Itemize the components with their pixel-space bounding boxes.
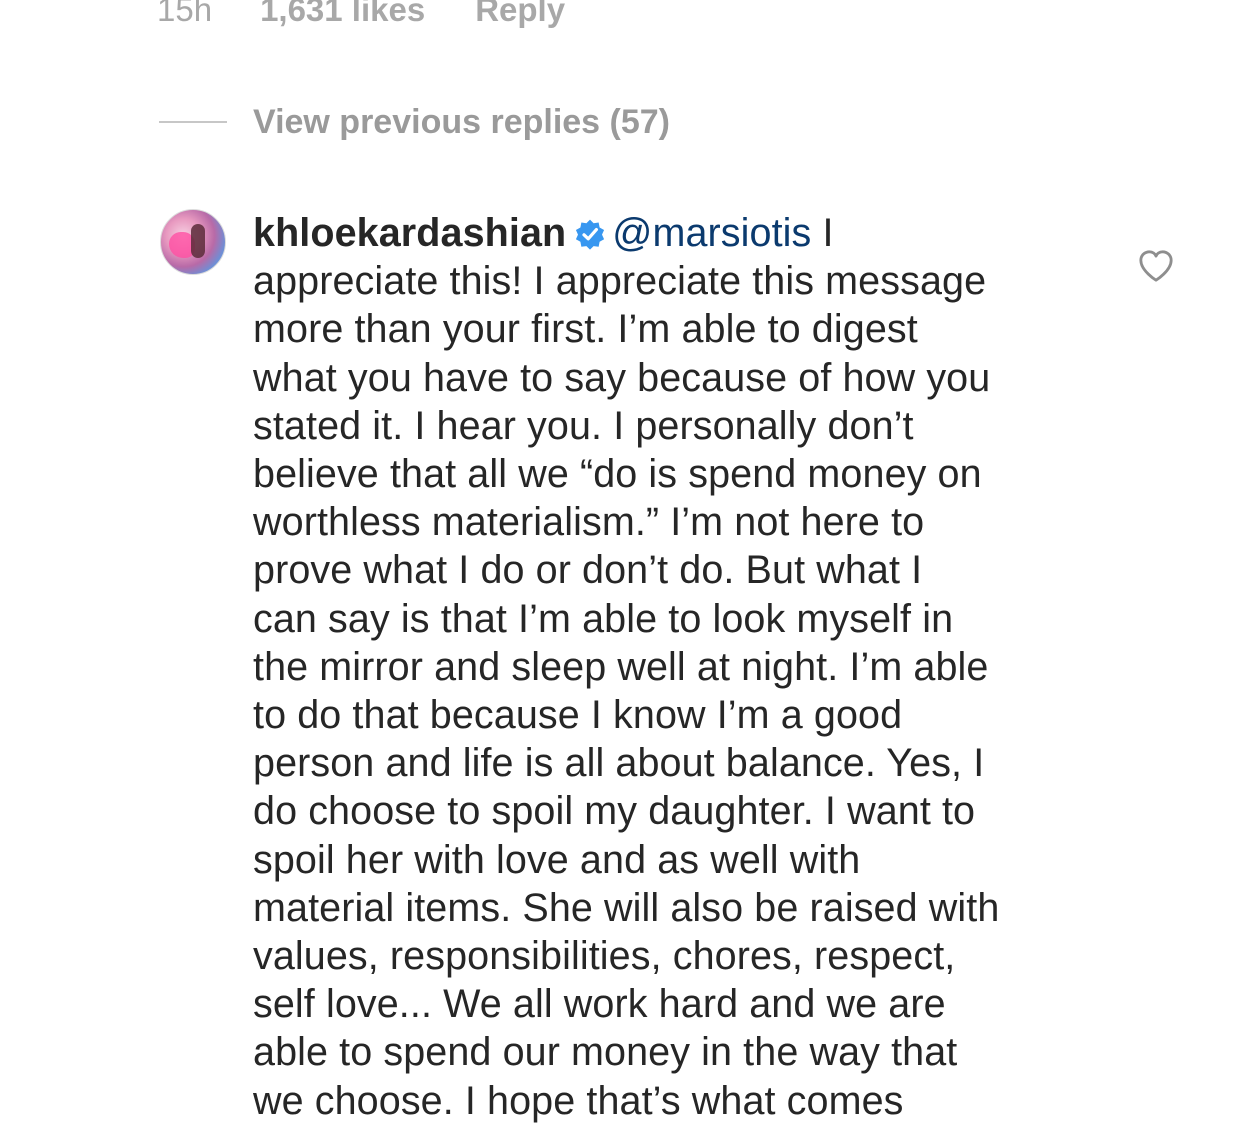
comment-text-line: person and life is all about balance. Ye… bbox=[253, 741, 985, 786]
comment-text-line: we choose. I hope that’s what comes bbox=[253, 1078, 904, 1123]
comment-text-line: able to spend our money in the way that bbox=[253, 1030, 958, 1075]
comment-text-line: material items. She will also be raised … bbox=[253, 885, 1000, 930]
comment-text-line: to do that because I know I’m a good bbox=[253, 693, 903, 738]
avatar-image-figure bbox=[191, 224, 205, 258]
comment-mention-link[interactable]: @marsiotis bbox=[612, 211, 811, 255]
comment-text-line: stated it. I hear you. I personally don’… bbox=[253, 403, 914, 448]
comment-timestamp: 15h bbox=[157, 0, 213, 28]
heart-icon[interactable] bbox=[1137, 248, 1175, 284]
comment-text-line: can say is that I’m able to look myself … bbox=[253, 596, 954, 641]
comment-text-line: values, responsibilities, chores, respec… bbox=[253, 934, 956, 979]
comment-username[interactable]: khloekardashian bbox=[253, 211, 566, 255]
comment-text-line: appreciate this! I appreciate this messa… bbox=[253, 259, 987, 304]
comment-body: khloekardashian @marsiotis I appreciate … bbox=[253, 209, 1073, 1125]
reply-button[interactable]: Reply bbox=[475, 0, 565, 29]
comment-text-line: spoil her with love and as well with bbox=[253, 837, 861, 882]
comment-text-line: more than your first. I’m able to digest bbox=[253, 307, 918, 352]
comment-meta-row: 15h 1,631 likes Reply bbox=[157, 0, 565, 34]
comment-text-line: prove what I do or don’t do. But what I bbox=[253, 548, 923, 593]
comment-text-line: do choose to spoil my daughter. I want t… bbox=[253, 789, 976, 834]
thread-divider-line bbox=[159, 121, 227, 123]
comment-first-line: khloekardashian @marsiotis I bbox=[253, 209, 1073, 257]
comment-likes-count[interactable]: 1,631 likes bbox=[260, 0, 425, 29]
comment-text-line: worthless materialism.” I’m not here to bbox=[253, 500, 925, 545]
comment-text-line: believe that all we “do is spend money o… bbox=[253, 452, 982, 497]
view-previous-replies-button[interactable]: View previous replies (57) bbox=[159, 98, 670, 146]
avatar[interactable] bbox=[160, 209, 226, 275]
view-previous-replies-label: View previous replies (57) bbox=[253, 102, 670, 141]
comment-text-line: what you have to say because of how you bbox=[253, 355, 991, 400]
comment-first-line-tail: I bbox=[811, 211, 834, 255]
comment-text-line: self love... We all work hard and we are bbox=[253, 982, 946, 1027]
comment-text-line: the mirror and sleep well at night. I’m … bbox=[253, 644, 989, 689]
verified-badge-icon bbox=[576, 219, 605, 250]
